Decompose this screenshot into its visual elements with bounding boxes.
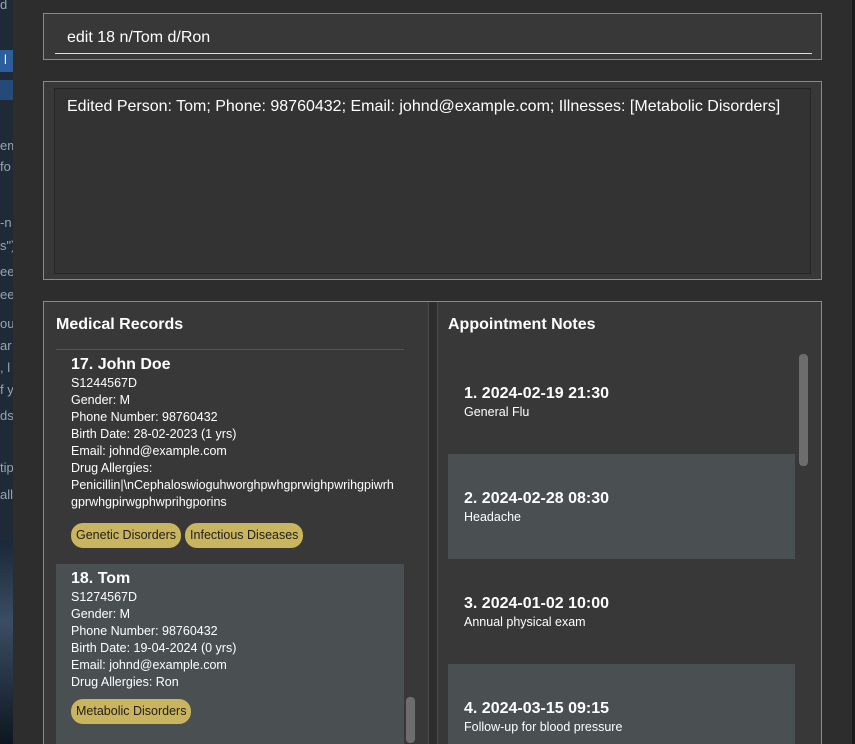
note-description: Annual physical exam (464, 615, 586, 629)
background-text-fragment: tip (0, 460, 13, 475)
background-text-fragment: em (0, 138, 13, 153)
command-input[interactable] (55, 22, 812, 54)
background-text-fragment: ar (0, 338, 12, 353)
background-text-fragment: s") (0, 238, 13, 253)
notes-scrollbar-thumb[interactable] (799, 354, 808, 466)
record-drug-allergies: Drug Allergies: Ron (71, 675, 179, 689)
illness-tag: Infectious Diseases (185, 523, 304, 548)
note-description: Follow-up for blood pressure (464, 720, 623, 734)
background-text-fragment: f y (0, 382, 13, 397)
record-nric: S1244567D (71, 376, 138, 390)
background-text-fragment: , l (0, 360, 11, 375)
record-nric: S1274567D (71, 590, 138, 604)
panel-divider[interactable] (428, 302, 438, 744)
result-text[interactable]: Edited Person: Tom; Phone: 98760432; Ema… (54, 88, 811, 274)
background-text-fragment: ee (0, 264, 13, 279)
background-text-fragment: all (0, 487, 13, 502)
background-text-fragment: d (0, 0, 8, 12)
result-display: Edited Person: Tom; Phone: 98760432; Ema… (43, 81, 822, 280)
list-item[interactable]: 17. John Doe S1244567D Gender: M Phone N… (56, 350, 404, 562)
records-scrollbar-thumb[interactable] (406, 697, 415, 743)
background-text-fragment: ee (0, 287, 13, 302)
list-item[interactable]: 2. 2024-02-28 08:30 Headache (448, 454, 795, 559)
appointment-notes-title: Appointment Notes (448, 316, 596, 333)
background-text-fragment: ou (0, 316, 13, 331)
list-item[interactable]: 3. 2024-01-02 10:00 Annual physical exam (448, 559, 795, 664)
appointment-notes-list[interactable]: 1. 2024-02-19 21:30 General Flu 2. 2024-… (448, 349, 795, 744)
record-email: Email: johnd@example.com (71, 658, 227, 672)
list-panels: Medical Records 17. John Doe S1244567D G… (43, 301, 822, 744)
list-item[interactable]: 1. 2024-02-19 21:30 General Flu (448, 349, 795, 454)
app-root: d l em fo -n s") ee ee ou ar , l f y ds … (0, 0, 855, 744)
record-drug-allergies-value: gprwhgpirwgphwprihgporins (71, 495, 227, 509)
note-description: Headache (464, 510, 521, 524)
record-phone: Phone Number: 98760432 (71, 410, 218, 424)
record-gender: Gender: M (71, 607, 131, 621)
record-drug-allergies-label: Drug Allergies: (71, 461, 153, 475)
list-item[interactable]: 18. Tom S1274567D Gender: M Phone Number… (56, 564, 404, 744)
note-heading: 1. 2024-02-19 21:30 (464, 385, 609, 402)
record-heading: 18. Tom (71, 570, 131, 587)
note-description: General Flu (464, 405, 530, 419)
illness-tag: Metabolic Disorders (71, 699, 192, 724)
medical-records-list[interactable]: 17. John Doe S1244567D Gender: M Phone N… (56, 349, 404, 744)
main-window: Edited Person: Tom; Phone: 98760432; Ema… (13, 0, 855, 744)
illness-tag: Genetic Disorders (71, 523, 182, 548)
record-phone: Phone Number: 98760432 (71, 624, 218, 638)
note-heading: 4. 2024-03-15 09:15 (464, 700, 609, 717)
record-tags: Genetic Disorders Infectious Diseases (71, 523, 307, 548)
note-heading: 2. 2024-02-28 08:30 (464, 490, 609, 507)
record-drug-allergies-value: Penicillin|\nCephaloswioguhworghpwhgprwi… (71, 478, 394, 492)
background-text-fragment: fo (0, 159, 11, 174)
record-email: Email: johnd@example.com (71, 444, 227, 458)
record-birth-date: Birth Date: 28-02-2023 (1 yrs) (71, 427, 237, 441)
background-text-fragment: ds (0, 408, 13, 423)
record-tags: Metabolic Disorders (71, 699, 195, 724)
record-heading: 17. John Doe (71, 356, 171, 373)
medical-records-title: Medical Records (56, 316, 184, 333)
record-gender: Gender: M (71, 393, 131, 407)
background-text-fragment: -n (0, 215, 12, 230)
list-item[interactable]: 4. 2024-03-15 09:15 Follow-up for blood … (448, 664, 795, 744)
record-birth-date: Birth Date: 19-04-2024 (0 yrs) (71, 641, 237, 655)
background-window-edge: d l em fo -n s") ee ee ou ar , l f y ds … (0, 0, 13, 744)
background-image (0, 540, 13, 744)
note-heading: 3. 2024-01-02 10:00 (464, 595, 609, 612)
background-text-fragment: l (4, 52, 7, 67)
background-highlight: l (0, 50, 13, 72)
command-box (43, 13, 822, 60)
background-highlight (0, 80, 13, 100)
